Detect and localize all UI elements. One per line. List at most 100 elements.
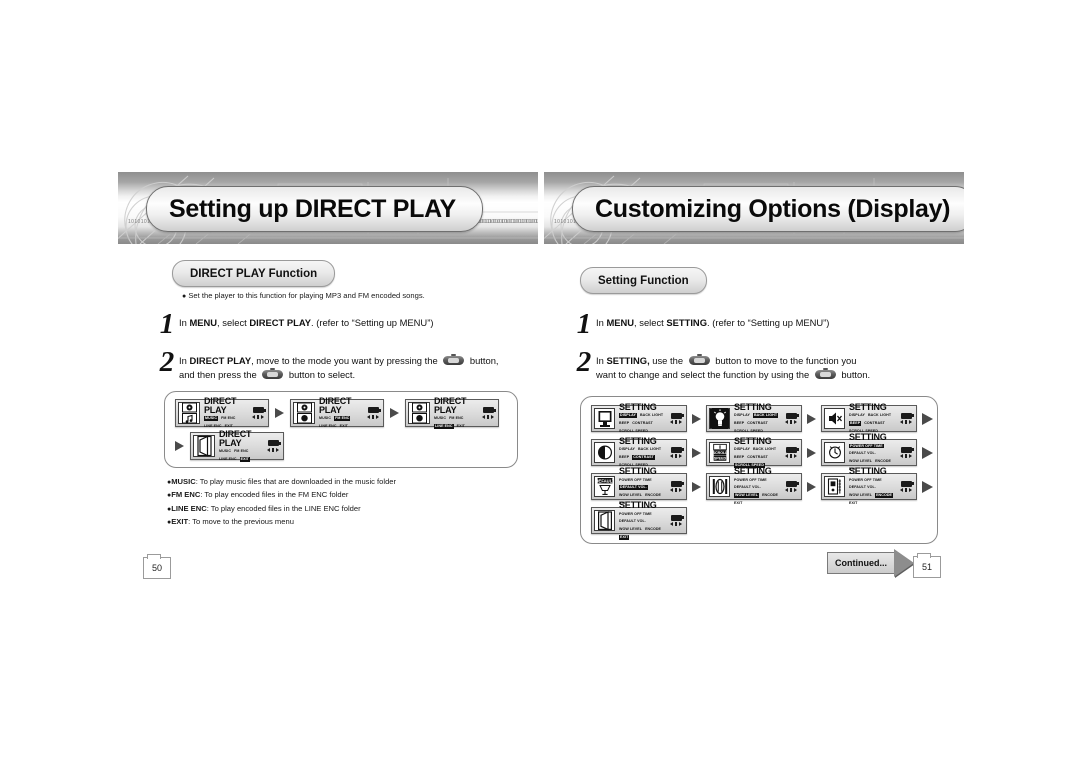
menu-item-music[interactable]: MUSIC	[204, 416, 219, 422]
menu-item-beep[interactable]: BEEP	[619, 421, 629, 426]
lcd-direct-play-music[interactable]: DIRECT PLAY MUSIC FM ENC LINE ENC EXIT	[175, 396, 269, 429]
t: button,	[467, 355, 499, 366]
menu-item-display[interactable]: DISPLAY	[734, 447, 750, 452]
menu-item-contrast[interactable]: CONTRAST	[747, 421, 768, 426]
menu-item-display[interactable]: DISPLAY	[849, 413, 865, 418]
lcd-setting-exit[interactable]: SETTING POWER OFF TIME DEFAULT VOL. WOW …	[591, 501, 687, 540]
menu-item-back-light[interactable]: BACK LIGHT	[640, 413, 663, 418]
menu-item-power-off-time[interactable]: POWER OFF TIME	[619, 512, 652, 517]
lcd-setting-beep[interactable]: SETTING DISPLAY BACK LIGHT BEEP CONTRAST…	[821, 402, 917, 433]
menu-item-music[interactable]: MUSIC	[319, 416, 331, 421]
flow-arrow-icon	[692, 481, 701, 492]
lcd-setting-scroll-speed[interactable]: SCROLL SPEED SETTING DISPLAY BACK LIGHT …	[706, 436, 802, 469]
menu-item-line-enc[interactable]: LINE ENC	[219, 457, 237, 462]
menu-item-wow-level[interactable]: WOW LEVEL	[849, 459, 872, 464]
menu-item-contrast[interactable]: CONTRAST	[632, 421, 653, 426]
lcd-direct-play-exit[interactable]: DIRECT PLAY MUSIC FM ENC LINE ENC EXIT	[190, 429, 284, 463]
lcd-menu-items: MUSIC FM ENC LINE ENC EXIT	[219, 449, 267, 463]
menu-item-exit[interactable]: EXIT	[457, 424, 465, 429]
menu-item-back-light[interactable]: BACK LIGHT	[752, 413, 779, 419]
direct-play-notes: ●MUSIC: To play music files that are dow…	[167, 477, 396, 528]
menu-item-display[interactable]: DISPLAY	[734, 413, 750, 418]
menu-item-line-enc[interactable]: LINE ENC	[319, 424, 337, 429]
menu-item-wow-level[interactable]: WOW LEVEL	[619, 493, 642, 498]
scroll-speed-icon: SCROLL SPEED	[709, 442, 730, 463]
line-in-icon-svg	[411, 402, 427, 424]
backlight-bulb-icon-svg	[711, 408, 728, 429]
menu-item-music[interactable]: MUSIC	[219, 449, 231, 454]
menu-item-exit[interactable]: EXIT	[734, 501, 742, 506]
lcd-setting-back-light[interactable]: SETTING DISPLAY BACK LIGHT BEEP CONTRAST…	[706, 402, 802, 434]
menu-item-contrast[interactable]: CONTRAST	[747, 455, 768, 460]
menu-item-contrast[interactable]: CONTRAST	[632, 455, 655, 461]
lcd-direct-play-line-enc[interactable]: DIRECT PLAY MUSIC FM ENC LINE ENC EXIT	[405, 395, 499, 430]
menu-item-fm-enc[interactable]: FM ENC	[234, 449, 248, 454]
left-intro-text: Set the player to this function for play…	[188, 291, 425, 300]
lcd-setting-power-off-time[interactable]: SETTING POWER OFF TIME DEFAULT VOL. WOW …	[821, 433, 917, 471]
menu-item-default-vol[interactable]: DEFAULT VOL.	[849, 451, 876, 456]
menu-item-fm-enc[interactable]: FM ENC	[449, 416, 463, 421]
menu-item-wow-level[interactable]: WOW LEVEL	[619, 527, 642, 532]
left-page-title: Setting up DIRECT PLAY	[169, 194, 456, 223]
menu-item-power-off-time[interactable]: POWER OFF TIME	[849, 478, 882, 483]
left-step-1: 1 In MENU, select DIRECT PLAY. (refer to…	[155, 310, 515, 339]
menu-item-wow-level[interactable]: WOW LEVEL	[849, 493, 872, 498]
menu-item-beep[interactable]: BEEP	[734, 421, 744, 426]
menu-item-contrast[interactable]: CONTRAST	[864, 421, 885, 426]
menu-item-fm-enc[interactable]: FM ENC	[221, 416, 235, 421]
joystick-button-icon	[262, 368, 284, 380]
lcd-heading: DIRECT PLAY	[434, 395, 467, 415]
right-page-number: 51	[913, 553, 941, 578]
nav-arrows-icon	[785, 488, 797, 493]
menu-item-exit[interactable]: EXIT	[239, 457, 250, 463]
menu-item-default-vol[interactable]: DEFAULT VOL.	[734, 485, 761, 490]
menu-item-exit[interactable]: EXIT	[619, 535, 630, 540]
menu-item-power-off-time[interactable]: POWER OFF TIME	[734, 478, 767, 483]
menu-item-encode[interactable]: ENCODE	[762, 493, 778, 498]
lcd-direct-play-fm-enc[interactable]: DIRECT PLAY MUSIC FM ENC LINE ENC EXIT	[290, 396, 384, 429]
lcd-status-icons	[482, 402, 496, 424]
monitor-icon-svg	[598, 411, 611, 427]
menu-item-encode[interactable]: ENCODE	[645, 493, 661, 498]
setting-flow-row-1: SETTING DISPLAY BACK LIGHT BEEP CONTRAST…	[591, 402, 933, 434]
menu-item-display[interactable]: DISPLAY	[619, 447, 635, 452]
continued-button[interactable]: Continued...	[827, 549, 914, 577]
menu-item-fm-enc[interactable]: FM ENC	[334, 416, 351, 422]
menu-item-encode[interactable]: ENCODE	[875, 493, 894, 499]
lcd-menu-items: DISPLAY BACK LIGHT BEEP CONTRAST SCROLL …	[619, 413, 670, 434]
battery-icon	[482, 407, 496, 414]
menu-item-music[interactable]: MUSIC	[434, 416, 446, 421]
menu-item-line-enc[interactable]: LINE ENC	[434, 424, 454, 430]
lcd-setting-default-vol[interactable]: DEFAULT SETTING POWER OFF TIME DEFAULT V…	[591, 467, 687, 505]
menu-item-power-off-time[interactable]: POWER OFF TIME	[619, 478, 652, 483]
menu-item-wow-level[interactable]: WOW LEVEL	[734, 493, 760, 499]
menu-item-exit[interactable]: EXIT	[340, 424, 348, 429]
menu-item-default-vol[interactable]: DEFAULT VOL.	[849, 485, 876, 490]
menu-item-back-light[interactable]: BACK LIGHT	[753, 447, 776, 452]
menu-item-exit[interactable]: EXIT	[849, 501, 857, 506]
right-step-1: 1 In MENU, select SETTING. (refer to “Se…	[572, 310, 942, 339]
menu-item-encode[interactable]: ENCODE	[875, 459, 891, 464]
menu-item-power-off-time[interactable]: POWER OFF TIME	[849, 443, 884, 449]
menu-item-encode[interactable]: ENCODE	[645, 527, 661, 532]
lcd-menu-items: DISPLAY BACK LIGHT BEEP CONTRAST SCROLL …	[734, 413, 785, 434]
menu-item-back-light[interactable]: BACK LIGHT	[638, 447, 661, 452]
fm-radio-icon	[293, 402, 315, 424]
menu-item-back-light[interactable]: BACK LIGHT	[868, 413, 891, 418]
menu-item-scroll-speed[interactable]: SCROLL SPEED	[619, 429, 648, 434]
menu-item-default-vol[interactable]: DEFAULT VOL.	[619, 519, 646, 524]
flow-arrow-icon	[275, 408, 284, 418]
lcd-menu-items: MUSIC FM ENC LINE ENC EXIT	[204, 416, 252, 429]
menu-item-display[interactable]: DISPLAY	[619, 413, 637, 419]
menu-item-scroll-speed[interactable]: SCROLL SPEED	[734, 429, 763, 434]
lcd-setting-encode[interactable]: SETTING POWER OFF TIME DEFAULT VOL. WOW …	[821, 467, 917, 505]
lcd-setting-wow-level[interactable]: SETTING POWER OFF TIME DEFAULT VOL. WOW …	[706, 467, 802, 505]
menu-item-beep[interactable]: BEEP	[734, 455, 744, 460]
svg-text:SPEED: SPEED	[713, 456, 726, 460]
menu-item-default-vol[interactable]: DEFAULT VOL.	[619, 485, 648, 491]
menu-item-beep[interactable]: BEEP	[619, 455, 629, 460]
lcd-setting-display[interactable]: SETTING DISPLAY BACK LIGHT BEEP CONTRAST…	[591, 402, 687, 434]
lcd-setting-contrast[interactable]: SETTING DISPLAY BACK LIGHT BEEP CONTRAST…	[591, 436, 687, 467]
battery-icon	[670, 480, 684, 487]
menu-item-beep[interactable]: BEEP	[849, 421, 862, 427]
